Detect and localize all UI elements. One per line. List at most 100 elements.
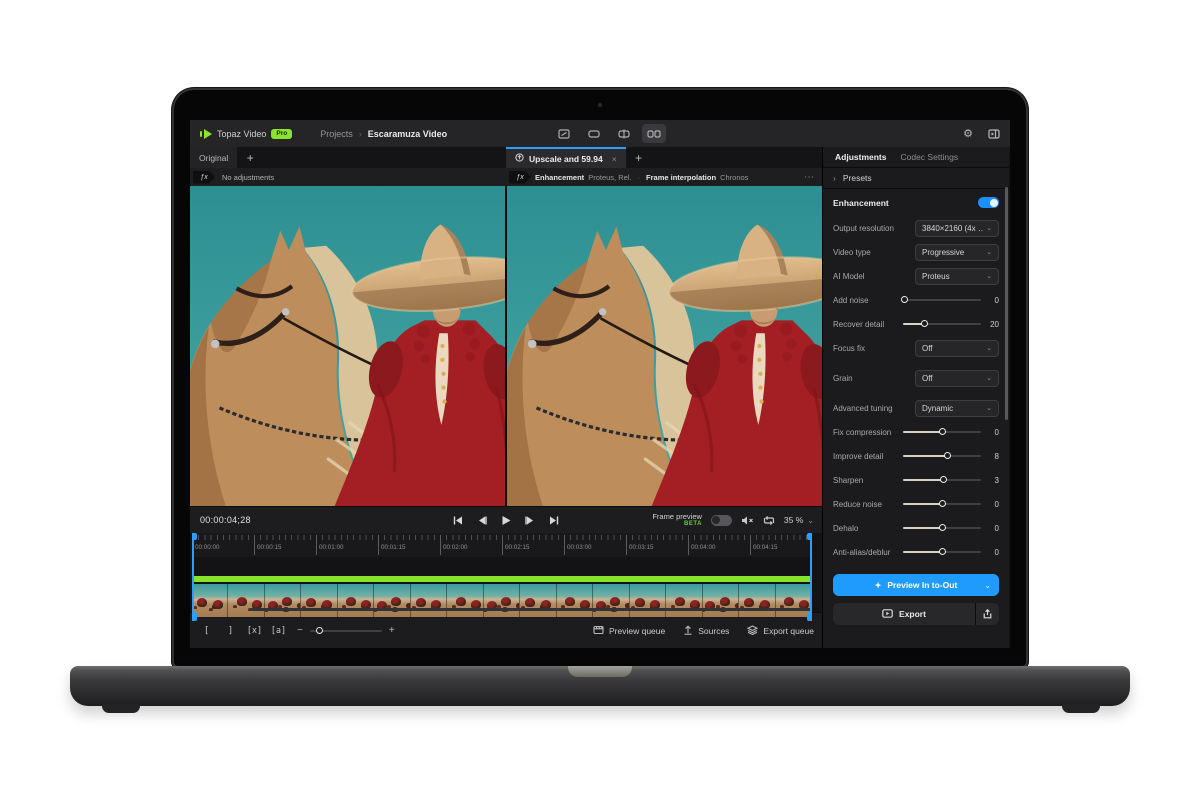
slider-knob[interactable] [901, 296, 908, 303]
in-point-marker[interactable] [192, 533, 194, 621]
select-grain[interactable]: Off⌄ [915, 370, 999, 387]
slider-track[interactable] [903, 455, 981, 457]
share-icon[interactable] [975, 603, 999, 625]
timeline-zoom-slider[interactable] [310, 630, 382, 632]
laptop-screen: Topaz Video Pro Projects › Escaramuza Vi… [172, 88, 1028, 668]
pane-menu-icon[interactable]: ⋯ [804, 172, 814, 183]
presets-section[interactable]: › Presets [823, 168, 1009, 189]
tab-codec-settings[interactable]: Codec Settings [900, 152, 958, 162]
filmstrip-thumbnail[interactable] [228, 584, 264, 617]
export-queue-button[interactable]: Export queue [747, 625, 814, 637]
side-by-side-view-icon[interactable] [642, 124, 666, 143]
slider-track[interactable] [903, 551, 981, 553]
slider-track[interactable] [903, 299, 981, 301]
export-button[interactable]: Export [833, 603, 975, 625]
chevron-down-icon: ⌄ [986, 248, 992, 256]
mark-all-button[interactable]: [a] [270, 623, 287, 639]
slider-knob[interactable] [939, 548, 946, 555]
filmstrip-thumbnail[interactable] [447, 584, 483, 617]
export-queue-label: Export queue [763, 626, 814, 636]
split-view-icon[interactable] [612, 124, 636, 143]
zoom-level-dropdown[interactable]: 35 % ⌄ [784, 515, 814, 525]
ruler-label: 00:04:15 [750, 544, 778, 551]
slider-track[interactable] [903, 431, 981, 433]
filmstrip-thumbnail[interactable] [557, 584, 593, 617]
filmstrip-thumbnail[interactable] [484, 584, 520, 617]
playhead-marker[interactable] [810, 533, 812, 621]
tab-upscale[interactable]: Upscale and 59.94 × [506, 147, 626, 168]
select-output-resolution[interactable]: 3840×2160 (4x …⌄ [915, 220, 999, 237]
slider-track[interactable] [903, 323, 981, 325]
select-ai-model[interactable]: Proteus⌄ [915, 268, 999, 285]
tab-adjustments[interactable]: Adjustments [835, 152, 886, 162]
timeline-ruler[interactable]: 00:00:0000:00:1500:01:0000:01:1500:02:00… [192, 533, 812, 557]
filmstrip-thumbnail[interactable] [192, 584, 228, 617]
clear-marks-button[interactable]: [x] [246, 623, 263, 639]
slider-knob[interactable] [939, 524, 946, 531]
mark-in-button[interactable]: [ [198, 623, 215, 639]
filmstrip-thumbnail[interactable] [593, 584, 629, 617]
skip-end-icon[interactable] [547, 513, 562, 528]
row-label: Advanced tuning [833, 404, 893, 413]
slider-knob[interactable] [939, 500, 946, 507]
trim-loop-icon[interactable] [763, 515, 775, 526]
sidebar-row-recover-detail: Recover detail20 [833, 312, 999, 336]
step-back-icon[interactable] [475, 513, 490, 528]
laptop-foot [1062, 704, 1100, 713]
slider-knob[interactable] [944, 452, 951, 459]
skip-start-icon[interactable] [451, 513, 466, 528]
fit-view-icon[interactable] [552, 124, 576, 143]
presets-label: Presets [843, 173, 872, 183]
filmstrip-thumbnail[interactable] [411, 584, 447, 617]
zoom-in-icon[interactable]: + [389, 625, 395, 636]
preview-queue-button[interactable]: Preview queue [593, 625, 665, 637]
sidebar-scrollbar[interactable] [1005, 187, 1008, 420]
filmstrip-thumbnail[interactable] [630, 584, 666, 617]
enhancement-toggle[interactable] [978, 197, 999, 208]
mute-icon[interactable] [741, 515, 754, 526]
slider-track[interactable] [903, 503, 981, 505]
tab-original[interactable]: Original [190, 147, 237, 168]
filmstrip-thumbnail[interactable] [265, 584, 301, 617]
preview-processed[interactable] [505, 186, 822, 506]
fx-badge-icon: ƒx [509, 171, 531, 184]
toggle-right-panel-icon[interactable] [988, 129, 1000, 139]
step-forward-icon[interactable] [523, 513, 538, 528]
add-tab-button-right[interactable]: + [626, 147, 652, 168]
slider-knob[interactable] [940, 476, 947, 483]
slider-knob[interactable] [921, 320, 928, 327]
gear-icon[interactable]: ⚙ [963, 127, 973, 140]
filmstrip-thumbnail[interactable] [739, 584, 775, 617]
breadcrumb-projects[interactable]: Projects [320, 129, 353, 139]
filmstrip-thumbnail[interactable] [703, 584, 739, 617]
filmstrip-thumbnail[interactable] [666, 584, 702, 617]
filmstrip-thumbnail[interactable] [520, 584, 556, 617]
slider-track[interactable] [903, 479, 981, 481]
select-video-type[interactable]: Progressive⌄ [915, 244, 999, 261]
timeline-scrollbar[interactable] [250, 608, 812, 611]
single-view-icon[interactable] [582, 124, 606, 143]
slider-track[interactable] [903, 527, 981, 529]
filmstrip-thumbnail[interactable] [301, 584, 337, 617]
slider-sharpen: 3 [903, 476, 999, 485]
slider-knob[interactable] [316, 627, 323, 634]
filmstrip-thumbnail[interactable] [374, 584, 410, 617]
filmstrip[interactable] [192, 584, 812, 617]
tab-original-label: Original [199, 153, 228, 163]
preview-in-out-button[interactable]: ✦ Preview In to-Out ⌄ [833, 574, 999, 596]
frame-preview-toggle[interactable] [711, 515, 732, 526]
close-tab-icon[interactable]: × [612, 154, 617, 164]
slider-knob[interactable] [939, 428, 946, 435]
preview-in-out-label: Preview In to-Out [887, 580, 957, 590]
play-icon[interactable] [499, 513, 514, 528]
breadcrumb: Projects › Escaramuza Video [320, 129, 447, 139]
preview-original[interactable] [190, 186, 505, 506]
select-focus-fix[interactable]: Off⌄ [915, 340, 999, 357]
sources-button[interactable]: Sources [683, 625, 729, 637]
chevron-down-icon: ⌄ [986, 404, 992, 412]
add-tab-button[interactable]: + [237, 147, 263, 168]
zoom-out-icon[interactable]: − [297, 625, 303, 636]
mark-out-button[interactable]: ] [222, 623, 239, 639]
filmstrip-thumbnail[interactable] [338, 584, 374, 617]
select-advanced-tuning[interactable]: Dynamic⌄ [915, 400, 999, 417]
